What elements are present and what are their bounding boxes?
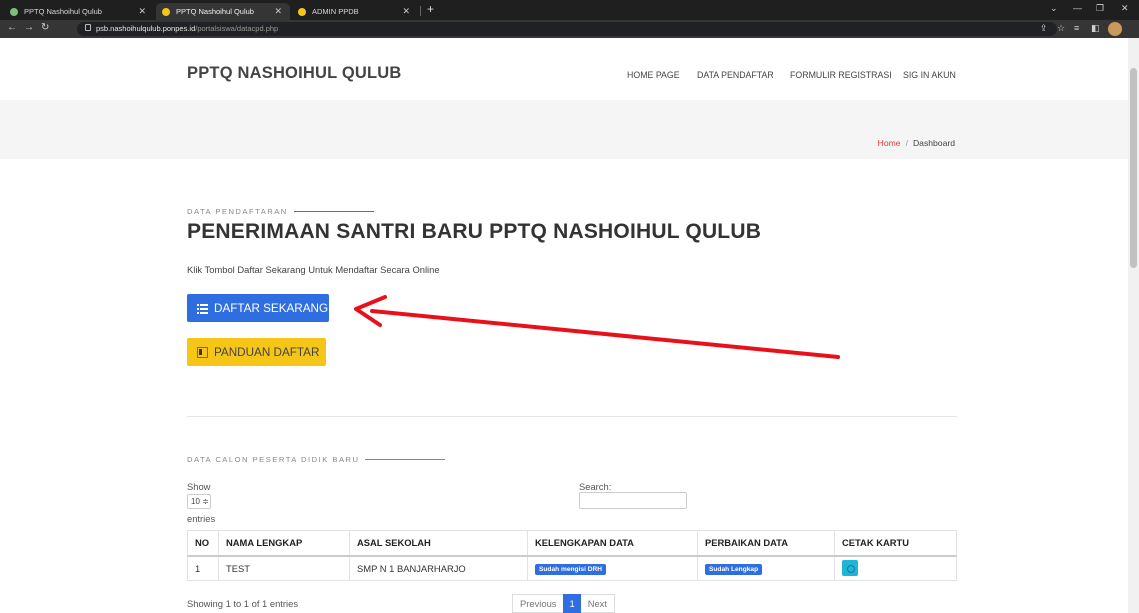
search-input[interactable] — [579, 492, 687, 509]
cell-school: SMP N 1 BANJARHARJO — [349, 555, 528, 581]
cell-name: TEST — [218, 555, 350, 581]
table-header-row: NO NAMA LENGKAP ASAL SEKOLAH KELENGKAPAN… — [187, 530, 957, 557]
completeness-badge[interactable]: Sudah mengisi DRH — [535, 563, 607, 575]
print-card-button[interactable] — [842, 560, 858, 577]
entries-label: entries — [187, 513, 216, 524]
cell-no: 1 — [187, 555, 219, 581]
search-label: Search: — [579, 481, 612, 492]
column-header-school[interactable]: ASAL SEKOLAH — [349, 530, 528, 557]
section-divider — [187, 416, 957, 417]
annotation-arrow-shaft — [370, 309, 840, 359]
column-header-no[interactable]: NO — [187, 530, 219, 557]
pagination-previous[interactable]: Previous — [512, 594, 564, 613]
pagination: Previous 1 Next — [512, 594, 615, 613]
page-size-select[interactable]: 10 ≑ — [187, 494, 211, 509]
cell-completeness: Sudah mengisi DRH — [527, 555, 698, 581]
applicants-table: NO NAMA LENGKAP ASAL SEKOLAH KELENGKAPAN… — [187, 530, 957, 581]
cell-correction: Sudah Lengkap — [697, 555, 835, 581]
kicker-line — [365, 459, 446, 460]
column-header-name[interactable]: NAMA LENGKAP — [218, 530, 350, 557]
pagination-next[interactable]: Next — [580, 594, 615, 613]
column-header-print-card[interactable]: CETAK KARTU — [834, 530, 957, 557]
correction-badge[interactable]: Sudah Lengkap — [705, 563, 763, 575]
annotation-arrow — [354, 295, 840, 359]
table-section-kicker: DATA CALON PESERTA DIDIK BARU — [187, 455, 446, 464]
pagination-page-1[interactable]: 1 — [563, 594, 581, 613]
table-info: Showing 1 to 1 of 1 entries — [187, 598, 299, 609]
column-header-correction[interactable]: PERBAIKAN DATA — [697, 530, 835, 557]
table-row: 1 TEST SMP N 1 BANJARHARJO Sudah mengisi… — [187, 555, 957, 581]
show-label: Show — [187, 481, 211, 492]
cell-print-card — [834, 555, 957, 581]
column-header-completeness[interactable]: KELENGKAPAN DATA — [527, 530, 698, 557]
screen: PPTQ Nashoihul Qulub ✕ PPTQ Nashoihul Qu… — [0, 0, 1139, 613]
